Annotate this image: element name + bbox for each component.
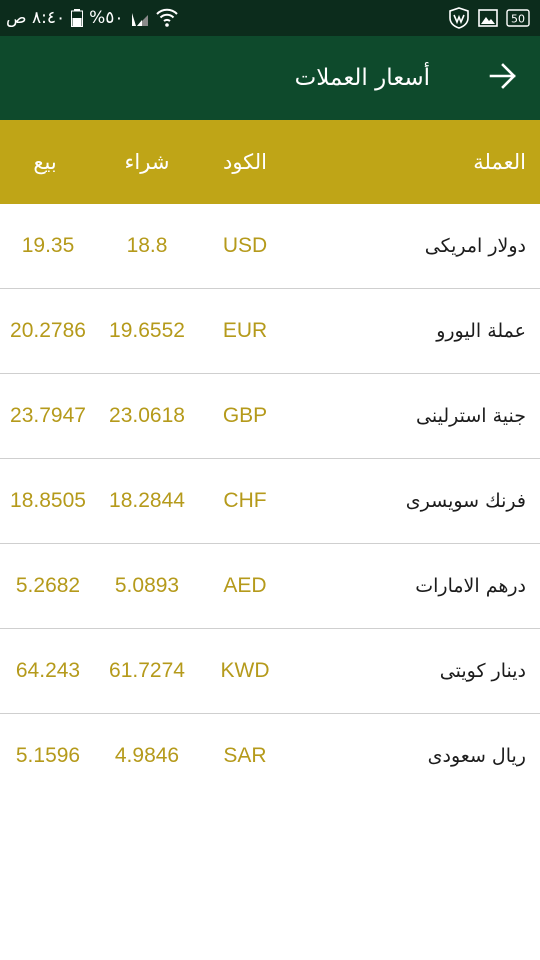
signal-icon <box>130 9 150 27</box>
image-icon <box>478 9 498 27</box>
badge-50-icon: 50 <box>506 9 530 27</box>
buy-price: 18.2844 <box>109 489 185 512</box>
currency-code: SAR <box>223 744 267 767</box>
buy-price: 18.8 <box>126 234 168 257</box>
table-row[interactable]: ريال سعودى SAR 4.9846 5.1596 <box>0 714 540 799</box>
currency-code: USD <box>222 234 268 257</box>
battery-percent: %٥٠ <box>89 8 124 28</box>
sell-price: 18.8505 <box>10 489 86 512</box>
status-right-group: 50 <box>448 0 530 36</box>
buy-price: 23.0618 <box>109 404 185 427</box>
table-row[interactable]: دينار كويتى KWD 61.7274 64.243 <box>0 629 540 714</box>
status-left-group: ٨:٤٠ ص %٥٠ <box>6 0 178 36</box>
buy-price: 5.0893 <box>114 574 180 597</box>
table-row[interactable]: عملة اليورو EUR 19.6552 20.2786 <box>0 289 540 374</box>
page-title: أسعار العملات <box>294 65 430 91</box>
table-row[interactable]: دولار امريكى USD 18.8 19.35 <box>0 204 540 289</box>
currency-name: عملة اليورو <box>436 320 526 342</box>
arrow-right-icon <box>489 63 517 93</box>
sell-price: 19.35 <box>21 234 75 257</box>
currency-code: AED <box>223 574 267 597</box>
currency-name: درهم الامارات <box>415 575 526 597</box>
currency-table: دولار امريكى USD 18.8 19.35 عملة اليورو … <box>0 204 540 799</box>
table-row[interactable]: درهم الامارات AED 5.0893 5.2682 <box>0 544 540 629</box>
status-bar: ٨:٤٠ ص %٥٠ 50 <box>0 0 540 36</box>
header-currency: العملة <box>473 150 526 174</box>
currency-code: CHF <box>223 489 267 512</box>
table-row[interactable]: جنية استرلينى GBP 23.0618 23.7947 <box>0 374 540 459</box>
sell-price: 5.1596 <box>15 744 81 767</box>
buy-price: 4.9846 <box>114 744 180 767</box>
app-bar: أسعار العملات <box>0 36 540 120</box>
currency-code: KWD <box>220 659 270 682</box>
sell-price: 20.2786 <box>10 319 86 342</box>
sell-price: 23.7947 <box>10 404 86 427</box>
currency-code: GBP <box>222 404 268 427</box>
status-time: ٨:٤٠ ص <box>6 8 66 28</box>
header-code: الكود <box>222 150 268 174</box>
buy-price: 19.6552 <box>109 319 185 342</box>
table-row[interactable]: فرنك سويسرى CHF 18.2844 18.8505 <box>0 459 540 544</box>
header-sell: بيع <box>33 150 57 174</box>
sell-price: 64.243 <box>15 659 81 682</box>
currency-name: دينار كويتى <box>439 660 526 682</box>
sell-price: 5.2682 <box>15 574 81 597</box>
wifi-icon <box>155 8 178 28</box>
header-buy: شراء <box>124 150 170 174</box>
back-button[interactable] <box>482 57 524 99</box>
currency-name: فرنك سويسرى <box>405 490 526 512</box>
svg-text:50: 50 <box>511 13 525 26</box>
currency-name: ريال سعودى <box>427 745 526 767</box>
buy-price: 61.7274 <box>109 659 185 682</box>
currency-code: EUR <box>222 319 268 342</box>
currency-name: دولار امريكى <box>424 235 526 257</box>
table-header: العملة الكود شراء بيع <box>0 120 540 204</box>
battery-icon <box>71 9 84 27</box>
currency-name: جنية استرلينى <box>416 405 526 427</box>
shield-icon <box>448 7 470 29</box>
